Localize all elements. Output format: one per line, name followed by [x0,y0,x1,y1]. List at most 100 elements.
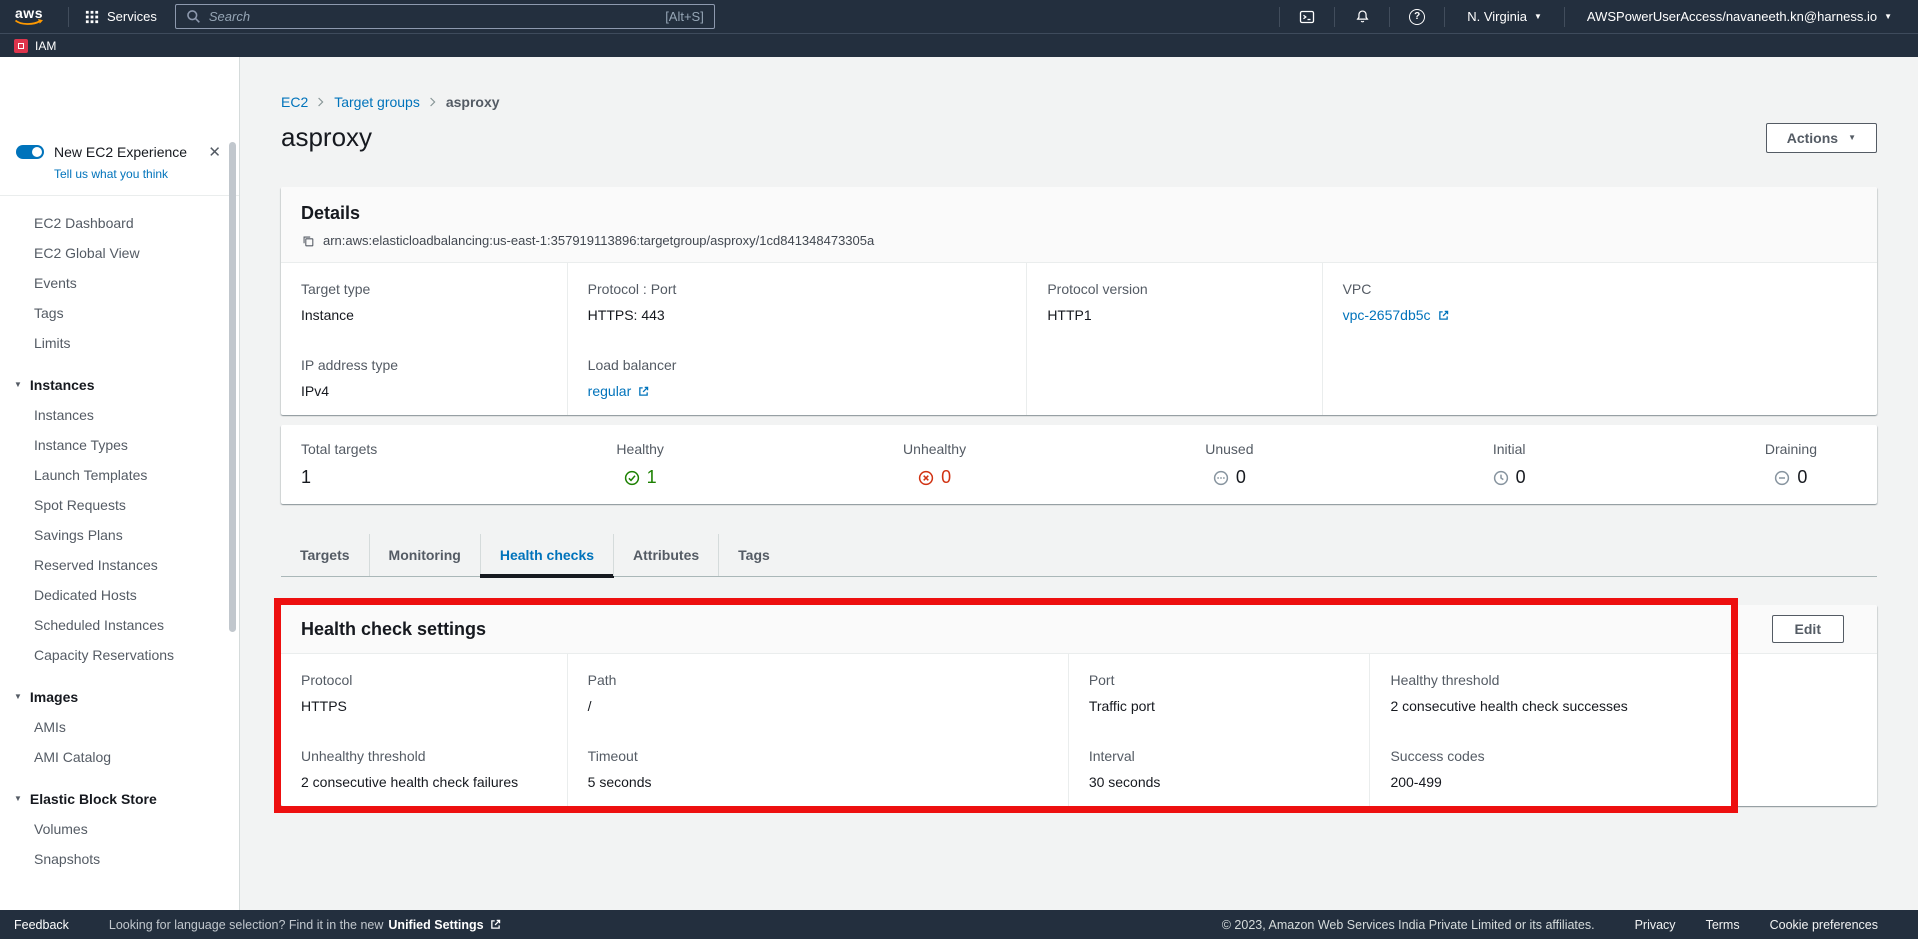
health-check-settings-card: Health check settings Edit Protocol HTTP… [281,605,1877,806]
help-button[interactable]: ? [1400,5,1434,29]
copy-icon [301,234,315,248]
empty-cell [1026,339,1321,415]
edit-button[interactable]: Edit [1772,615,1844,643]
sidebar-item-ec2-global-view[interactable]: EC2 Global View [0,238,239,268]
region-label: N. Virginia [1467,9,1527,24]
unified-settings-link[interactable]: Unified Settings [388,918,483,932]
sidebar-item-dedicated-hosts[interactable]: Dedicated Hosts [0,580,239,610]
caret-down-icon: ▼ [1848,134,1856,142]
caret-down-icon: ▼ [14,693,22,701]
console-footer: Feedback Looking for language selection?… [0,910,1918,939]
search-input[interactable] [209,9,657,24]
caret-down-icon: ▼ [1534,13,1542,21]
help-icon: ? [1409,9,1425,25]
global-search-box[interactable]: [Alt+S] [175,4,715,29]
privacy-link[interactable]: Privacy [1635,918,1676,932]
region-selector[interactable]: N. Virginia ▼ [1455,9,1554,24]
page-title: asproxy [281,122,372,153]
iam-service-icon [14,39,28,53]
details-title: Details [301,201,1857,225]
tab-monitoring[interactable]: Monitoring [369,534,480,576]
details-card-header: Details arn:aws:elasticloadbalancing:us-… [281,187,1877,263]
x-circle-icon [918,470,934,486]
sidebar-item-tags[interactable]: Tags [0,298,239,328]
cookie-preferences-link[interactable]: Cookie preferences [1770,918,1878,932]
terms-link[interactable]: Terms [1706,918,1740,932]
clock-icon [1493,470,1509,486]
feedback-button[interactable]: Feedback [14,918,69,932]
nav-divider [1389,7,1390,27]
cloudshell-button[interactable] [1290,5,1324,29]
sidebar-item-snapshots[interactable]: Snapshots [0,844,239,874]
target-group-arn: arn:aws:elasticloadbalancing:us-east-1:3… [323,233,874,248]
field-hc-interval: Interval 30 seconds [1068,730,1370,806]
sidebar-item-instances[interactable]: Instances [0,400,239,430]
sidebar-item-ec2-dashboard[interactable]: EC2 Dashboard [0,208,239,238]
bell-icon [1355,9,1370,24]
recent-service-iam[interactable]: IAM [14,39,56,53]
sidebar-item-amis[interactable]: AMIs [0,712,239,742]
vpc-link[interactable]: vpc-2657db5c [1343,307,1431,323]
tab-tags[interactable]: Tags [718,534,789,576]
tab-targets[interactable]: Targets [281,534,369,576]
stat-draining: Draining 0 [1765,441,1817,488]
sidebar-item-savings-plans[interactable]: Savings Plans [0,520,239,550]
nav-divider [1564,7,1565,27]
sidebar-section-images[interactable]: ▼ Images [0,682,239,712]
sidebar-item-limits[interactable]: Limits [0,328,239,358]
sidebar-section-elastic-block-store[interactable]: ▼ Elastic Block Store [0,784,239,814]
notifications-button[interactable] [1345,5,1379,29]
health-check-settings-header: Health check settings Edit [281,605,1877,654]
stat-healthy: Healthy 1 [616,441,663,488]
sidebar-item-ami-catalog[interactable]: AMI Catalog [0,742,239,772]
search-shortcut-hint: [Alt+S] [665,9,704,24]
field-target-type: Target type Instance [281,263,567,339]
breadcrumb-target-groups[interactable]: Target groups [334,94,420,110]
field-hc-port: Port Traffic port [1068,654,1370,730]
search-icon [186,9,201,24]
cloudshell-terminal-icon [1299,9,1315,25]
aws-logo-text: aws [15,7,43,19]
sidebar-item-volumes[interactable]: Volumes [0,814,239,844]
sidebar-item-reserved-instances[interactable]: Reserved Instances [0,550,239,580]
sidebar-item-spot-requests[interactable]: Spot Requests [0,490,239,520]
close-icon[interactable]: ✕ [204,141,225,163]
ec2-sidebar: New EC2 Experience ✕ Tell us what you th… [0,57,240,910]
copy-arn-button[interactable] [301,234,315,248]
minus-circle-icon [1774,470,1790,486]
aws-smile-icon [14,19,44,27]
chevron-right-icon [317,96,325,108]
services-label: Services [107,9,157,24]
field-hc-path: Path / [567,654,1068,730]
new-experience-panel: New EC2 Experience ✕ Tell us what you th… [0,141,239,196]
field-hc-protocol: Protocol HTTPS [281,654,567,730]
sidebar-item-events[interactable]: Events [0,268,239,298]
sidebar-item-capacity-reservations[interactable]: Capacity Reservations [0,640,239,670]
actions-button[interactable]: Actions ▼ [1766,123,1877,153]
field-hc-unhealthy-threshold: Unhealthy threshold 2 consecutive health… [281,730,567,806]
nav-divider [1444,7,1445,27]
sidebar-section-instances[interactable]: ▼ Instances [0,370,239,400]
tab-bar: Targets Monitoring Health checks Attribu… [281,534,1877,577]
aws-logo[interactable]: aws [14,7,44,27]
external-link-icon [637,385,650,398]
services-menu-button[interactable]: Services [79,5,163,28]
target-status-summary: Total targets 1 Healthy 1 Unhealthy [281,425,1877,504]
new-experience-toggle[interactable] [16,145,44,159]
nav-divider [1334,7,1335,27]
sidebar-item-launch-templates[interactable]: Launch Templates [0,460,239,490]
tab-health-checks[interactable]: Health checks [480,534,613,576]
copyright-text: © 2023, Amazon Web Services India Privat… [1222,918,1595,932]
feedback-link[interactable]: Tell us what you think [54,167,225,181]
services-grid-icon [85,10,99,24]
account-menu[interactable]: AWSPowerUserAccess/navaneeth.kn@harness.… [1575,9,1904,24]
stat-initial: Initial 0 [1493,441,1526,488]
tab-attributes[interactable]: Attributes [613,534,718,576]
breadcrumb-ec2[interactable]: EC2 [281,94,308,110]
load-balancer-link[interactable]: regular [588,383,632,399]
sidebar-item-scheduled-instances[interactable]: Scheduled Instances [0,610,239,640]
sidebar-scrollbar[interactable] [229,142,236,632]
sidebar-item-instance-types[interactable]: Instance Types [0,430,239,460]
external-link-icon [489,918,502,931]
stat-unused: Unused 0 [1205,441,1253,488]
